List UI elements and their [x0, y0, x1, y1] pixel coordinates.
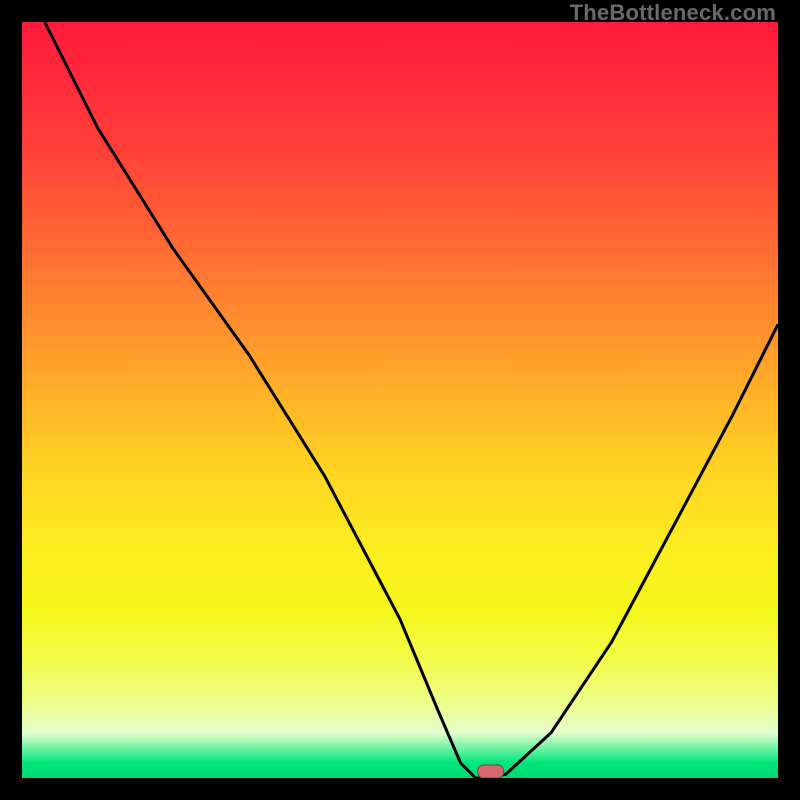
optimal-marker: [478, 765, 504, 778]
plot-area: [22, 22, 778, 778]
curve-svg: [22, 22, 778, 778]
bottleneck-curve: [45, 22, 778, 778]
chart-container: TheBottleneck.com: [0, 0, 800, 800]
